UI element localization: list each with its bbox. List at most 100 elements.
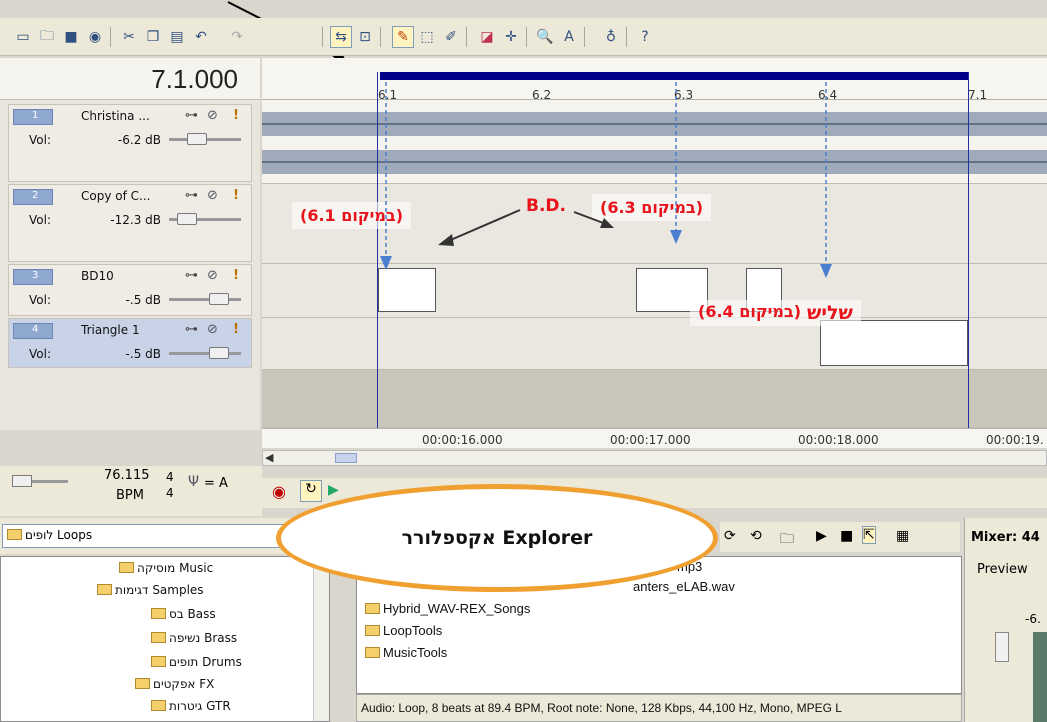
refresh-icon[interactable]: ⟳: [724, 528, 736, 544]
fx-icon[interactable]: ⊶: [185, 322, 198, 337]
vol-label: Vol:: [29, 133, 51, 147]
file-item-musictools[interactable]: MusicTools: [365, 645, 447, 660]
preview-play-icon[interactable]: ▶: [816, 528, 827, 544]
main-toolbar: ▭ 🗀 ■ ◉ ✂ ❐ ▤ ↶ ↷ ⇆ ⊡ ✎ ⬚ ✐ ◪ ✛ 🔍 A ♁ ?: [0, 18, 1047, 56]
tree-item-brass[interactable]: נשיפה Brass: [151, 631, 237, 645]
preview-stop-icon[interactable]: ■: [840, 528, 853, 544]
fx-icon[interactable]: ⊶: [185, 268, 198, 283]
paint-tool-icon[interactable]: ✐: [440, 26, 462, 48]
zoom-tool-icon[interactable]: 🔍: [534, 26, 556, 48]
track-name[interactable]: Triangle 1: [81, 323, 140, 337]
file-item-wav[interactable]: anters_eLAB.wav: [633, 579, 735, 594]
clip-triangle-6-4[interactable]: [820, 320, 968, 366]
master-slider[interactable]: [12, 475, 68, 487]
time-sig-bottom[interactable]: 4: [166, 486, 174, 500]
scroll-left-icon[interactable]: ◀: [265, 451, 273, 464]
time-sig-top[interactable]: 4: [166, 470, 174, 484]
mixer-preview-label: Preview: [977, 562, 1028, 577]
track-header-3[interactable]: 3 BD10 ⊶ ⊘ ! Vol: -.5 dB: [8, 264, 252, 316]
ruler-label: 6.2: [532, 88, 552, 102]
volume-slider[interactable]: [169, 133, 241, 145]
tree-item-samples[interactable]: דגימות Samples: [97, 583, 204, 597]
split-tool-icon[interactable]: ✛: [500, 26, 522, 48]
horizontal-scrollbar[interactable]: ◀: [262, 450, 1047, 466]
bpm-value[interactable]: 76.115: [104, 468, 150, 483]
ruler-label: 6.4: [818, 88, 838, 102]
selection-tool-icon[interactable]: ⬚: [416, 26, 438, 48]
time-display: 7.1.000: [0, 58, 260, 100]
scroll-thumb[interactable]: [335, 453, 357, 463]
track-name[interactable]: Copy of C...: [81, 189, 150, 203]
mute-icon[interactable]: ⊘: [207, 188, 218, 203]
time-label: 00:00:16.000: [422, 433, 503, 447]
vol-value: -12.3 dB: [110, 213, 161, 227]
tree-item-music[interactable]: מוסיקה Music: [119, 561, 213, 575]
mixer-meter: [1033, 632, 1047, 722]
new-folder-icon[interactable]: 🗀: [780, 528, 794, 552]
solo-icon[interactable]: !: [233, 268, 239, 283]
file-item-hybrid[interactable]: Hybrid_WAV-REX_Songs: [365, 601, 530, 616]
track-header-2[interactable]: 2 Copy of C... ⊶ ⊘ ! Vol: -12.3 dB: [8, 184, 252, 262]
tuning-value[interactable]: = A: [204, 476, 228, 491]
loop-icon[interactable]: ↻: [300, 480, 322, 502]
track-name[interactable]: BD10: [81, 269, 114, 283]
snap-icon[interactable]: ⇆: [330, 26, 352, 48]
time-label: 00:00:18.000: [798, 433, 879, 447]
text-tool-icon[interactable]: A: [558, 26, 580, 48]
solo-icon[interactable]: !: [233, 108, 239, 123]
tempo-panel: 76.115 BPM 4 4 Ψ = A: [0, 466, 262, 516]
plugin-icon[interactable]: ♁: [600, 26, 622, 48]
annotation-position-6-4: שליש (במיקום 6.4): [690, 300, 861, 326]
new-file-icon[interactable]: ▭: [12, 26, 34, 48]
solo-icon[interactable]: !: [233, 188, 239, 203]
tree-item-bass[interactable]: בס Bass: [151, 607, 216, 621]
folder-tree: מוסיקה Music דגימות Samples בס Bass נשיפ…: [0, 556, 330, 722]
draw-tool-icon[interactable]: ✎: [392, 26, 414, 48]
help-icon[interactable]: ?: [634, 26, 656, 48]
tree-item-gtr[interactable]: גיטרות GTR: [151, 699, 231, 713]
copy-icon[interactable]: ❐: [142, 26, 164, 48]
clip-bd-6-1[interactable]: [378, 268, 436, 312]
tree-item-fx[interactable]: אפקטים FX: [135, 677, 214, 691]
mixer-fader[interactable]: [995, 632, 1009, 662]
time-label: 00:00:19.: [986, 433, 1044, 447]
explorer-callout-text: אקספלורר Explorer: [401, 527, 593, 549]
track-header-1[interactable]: 1 Christina ... ⊶ ⊘ ! Vol: -6.2 dB: [8, 104, 252, 182]
tree-scrollbar[interactable]: [313, 557, 329, 721]
volume-slider[interactable]: [169, 213, 241, 225]
sync-icon[interactable]: ⟲: [750, 528, 762, 544]
tree-item-drums[interactable]: תופים Drums: [151, 655, 242, 669]
vol-label: Vol:: [29, 213, 51, 227]
paste-icon[interactable]: ▤: [166, 26, 188, 48]
open-folder-icon[interactable]: 🗀: [36, 26, 58, 48]
auto-ripple-icon[interactable]: ⊡: [354, 26, 376, 48]
time-ruler[interactable]: 00:00:16.000 00:00:17.000 00:00:18.000 0…: [262, 428, 1047, 448]
mute-icon[interactable]: ⊘: [207, 268, 218, 283]
save-icon[interactable]: ■: [60, 26, 82, 48]
volume-slider[interactable]: [169, 347, 241, 359]
fx-icon[interactable]: ⊶: [185, 188, 198, 203]
track-number: 2: [13, 189, 53, 205]
mixer-title: Mixer: 44: [971, 530, 1040, 545]
fx-icon[interactable]: ⊶: [185, 108, 198, 123]
file-item-looptools[interactable]: LoopTools: [365, 623, 442, 638]
auto-preview-icon[interactable]: ⇱: [862, 526, 876, 544]
undo-icon[interactable]: ↶: [190, 26, 212, 48]
record-icon[interactable]: ◉: [272, 482, 286, 501]
solo-icon[interactable]: !: [233, 322, 239, 337]
volume-slider[interactable]: [169, 293, 241, 305]
loop-region-bar[interactable]: [380, 72, 968, 80]
track-name[interactable]: Christina ...: [81, 109, 150, 123]
track-header-4[interactable]: 4 Triangle 1 ⊶ ⊘ ! Vol: -.5 dB: [8, 318, 252, 368]
mute-icon[interactable]: ⊘: [207, 108, 218, 123]
properties-icon[interactable]: ◉: [84, 26, 106, 48]
erase-tool-icon[interactable]: ◪: [476, 26, 498, 48]
play-icon[interactable]: ▶: [328, 482, 339, 498]
track-number: 4: [13, 323, 53, 339]
redo-icon[interactable]: ↷: [226, 26, 248, 48]
cut-icon[interactable]: ✂: [118, 26, 140, 48]
track-number: 3: [13, 269, 53, 285]
explorer-callout: אקספלורר Explorer: [276, 484, 718, 592]
mute-icon[interactable]: ⊘: [207, 322, 218, 337]
views-icon[interactable]: ▦: [896, 528, 909, 544]
